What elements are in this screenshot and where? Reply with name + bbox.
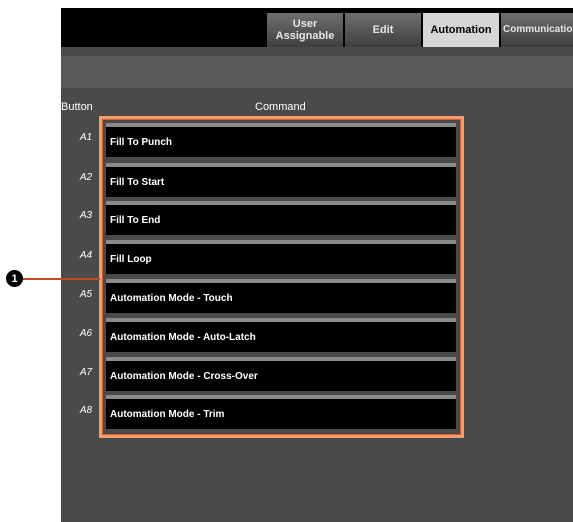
column-header-button: Button	[61, 101, 93, 113]
row-label-a8: A8	[79, 405, 93, 416]
command-field-a1[interactable]: Fill To Punch	[106, 123, 456, 157]
row-label-a1: A1	[79, 132, 93, 143]
column-header-command: Command	[255, 101, 306, 113]
toolbar-strip	[61, 56, 573, 88]
command-field-a5[interactable]: Automation Mode - Touch	[106, 279, 456, 313]
tab-communication[interactable]: Communication	[501, 13, 573, 47]
row-label-a5: A5	[79, 289, 93, 300]
command-field-a7[interactable]: Automation Mode - Cross-Over	[106, 357, 456, 391]
command-field-a6[interactable]: Automation Mode - Auto-Latch	[106, 318, 456, 352]
settings-panel: User Assignable Edit Automation Communic…	[61, 8, 573, 522]
row-label-a2: A2	[79, 172, 93, 183]
row-label-a3: A3	[79, 210, 93, 221]
row-label-a7: A7	[79, 367, 93, 378]
row-label-a6: A6	[79, 328, 93, 339]
tab-bar: User Assignable Edit Automation Communic…	[61, 8, 573, 47]
tab-user-assignable[interactable]: User Assignable	[267, 13, 343, 47]
tab-edit[interactable]: Edit	[345, 13, 421, 47]
tab-automation[interactable]: Automation	[423, 13, 499, 47]
command-field-a8[interactable]: Automation Mode - Trim	[106, 395, 456, 429]
callout-leader-line	[14, 278, 100, 280]
callout-number-badge: 1	[6, 270, 23, 287]
command-field-a4[interactable]: Fill Loop	[106, 240, 456, 274]
command-field-a3[interactable]: Fill To End	[106, 201, 456, 235]
command-field-a2[interactable]: Fill To Start	[106, 163, 456, 197]
row-label-a4: A4	[79, 250, 93, 261]
